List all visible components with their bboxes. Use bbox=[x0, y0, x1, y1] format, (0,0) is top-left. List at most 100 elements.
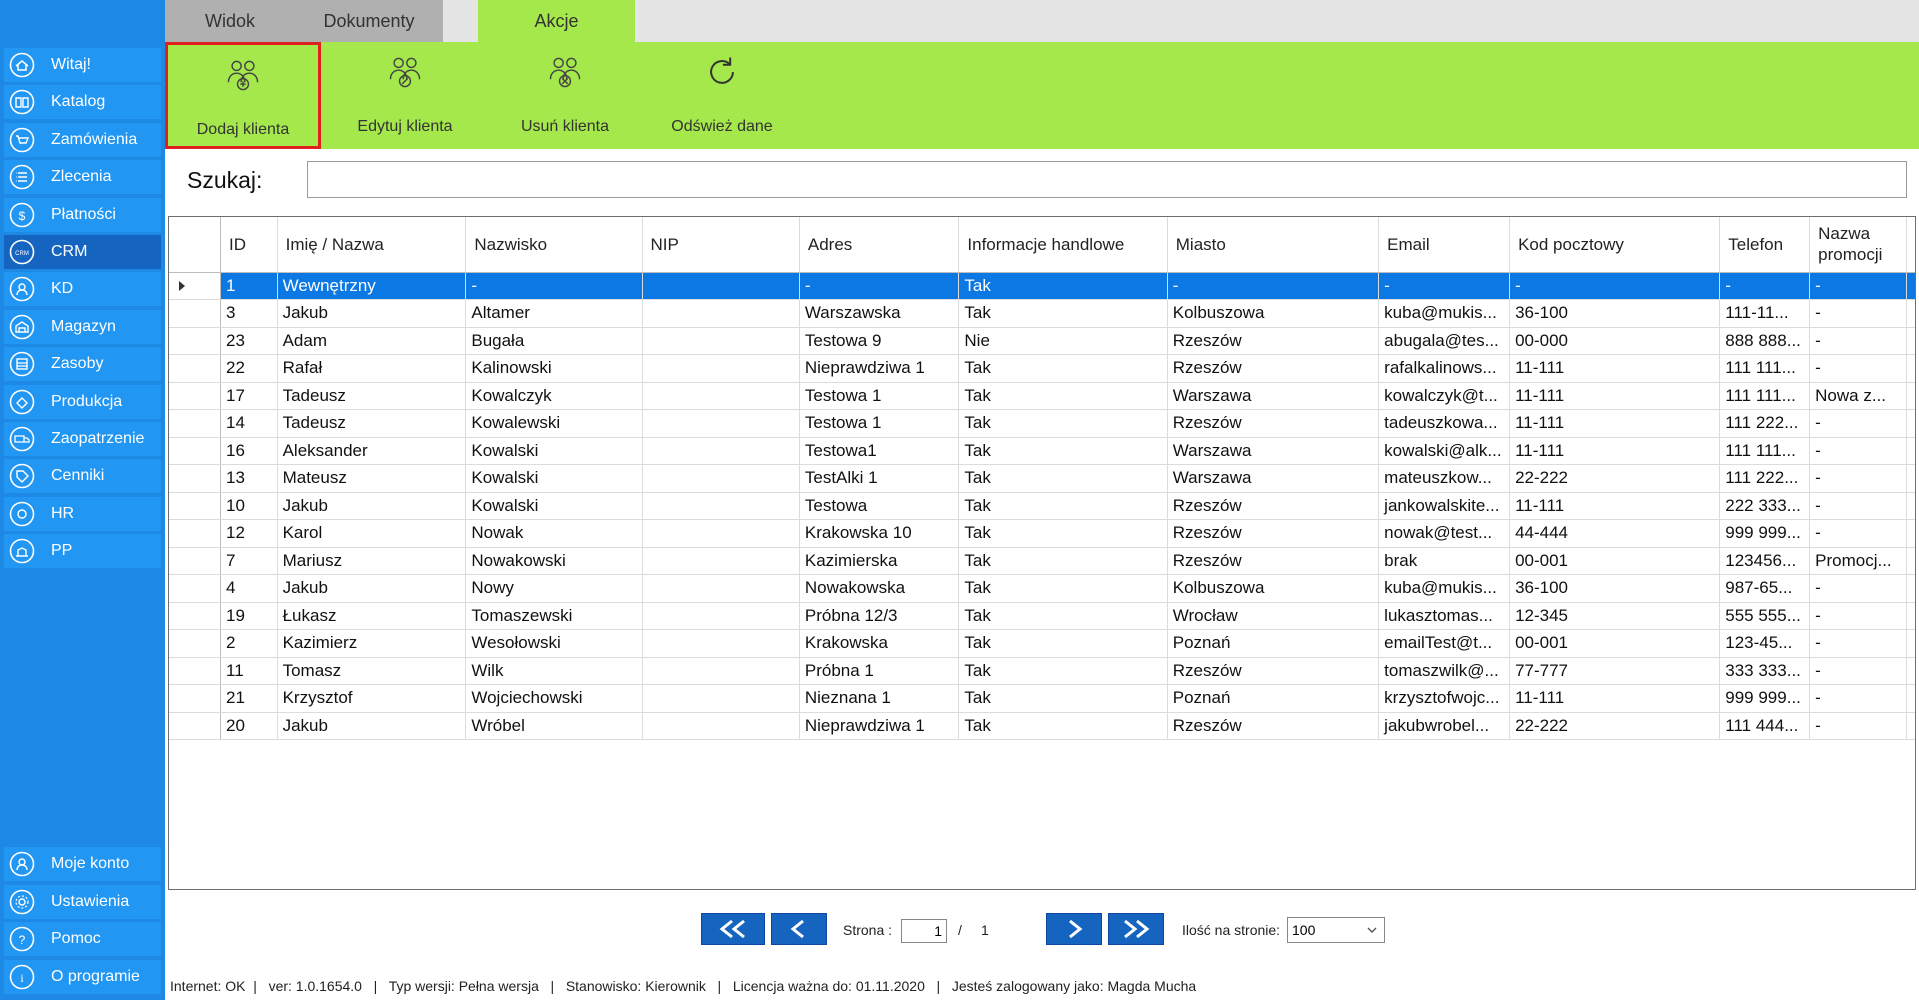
sidebar-item-witaj-[interactable]: Witaj! bbox=[4, 48, 161, 82]
sidebar-item-zlecenia[interactable]: Zlecenia bbox=[4, 160, 161, 195]
table-cell[interactable]: Warszawa bbox=[1167, 464, 1380, 493]
table-cell[interactable]: Testowa 9 bbox=[799, 327, 960, 355]
table-cell[interactable]: 2 bbox=[220, 629, 278, 658]
table-cell[interactable]: kowalczyk@t... bbox=[1378, 382, 1511, 410]
table-cell[interactable]: Tak bbox=[958, 299, 1168, 328]
table-cell[interactable]: abugala@tes... bbox=[1378, 327, 1511, 355]
table-cell[interactable]: Jakub bbox=[277, 299, 467, 328]
row-header[interactable] bbox=[169, 272, 222, 300]
table-cell[interactable]: - bbox=[1809, 629, 1907, 658]
table-cell[interactable]: Wrocław bbox=[1167, 602, 1380, 630]
tab-dokumenty[interactable]: Dokumenty bbox=[295, 0, 443, 42]
table-cell[interactable]: Adam bbox=[277, 327, 467, 355]
table-cell[interactable]: Kowalski bbox=[465, 437, 643, 465]
sidebar-item-zaopatrzenie[interactable]: Zaopatrzenie bbox=[4, 422, 161, 456]
table-cell[interactable]: Tomaszewski bbox=[465, 602, 643, 630]
table-cell[interactable]: 123-45... bbox=[1719, 629, 1811, 658]
table-cell[interactable]: 111 444... bbox=[1719, 712, 1811, 740]
table-cell[interactable]: Tadeusz bbox=[277, 409, 467, 438]
table-cell[interactable]: Mateusz bbox=[277, 464, 467, 493]
table-row[interactable]: 23 Adam Bugała Testowa 9 Nie Rzeszów abugala@t… bbox=[169, 327, 1915, 355]
table-cell[interactable]: Tak bbox=[958, 547, 1168, 575]
table-cell[interactable]: Wewnętrzny bbox=[277, 272, 467, 300]
table-cell[interactable]: brak bbox=[1378, 547, 1511, 575]
table-row[interactable]: 12 Karol Nowak Krakowska 10 Tak Rzeszów nowak@… bbox=[169, 519, 1915, 548]
row-header[interactable] bbox=[169, 519, 222, 548]
sidebar-item-zasoby[interactable]: Zasoby bbox=[4, 347, 161, 382]
table-cell[interactable] bbox=[642, 299, 800, 328]
table-cell[interactable]: Nieprawdziwa 1 bbox=[799, 354, 960, 383]
table-cell[interactable]: 12-345 bbox=[1509, 602, 1721, 630]
table-cell[interactable]: Tak bbox=[958, 657, 1168, 685]
row-header[interactable] bbox=[169, 437, 222, 465]
table-cell[interactable]: 333 333... bbox=[1719, 657, 1811, 685]
table-cell[interactable]: Testowa 1 bbox=[799, 382, 960, 410]
table-cell[interactable]: Kowalczyk bbox=[465, 382, 643, 410]
table-cell[interactable]: krzysztofwojc... bbox=[1378, 684, 1511, 713]
page-number-input[interactable] bbox=[901, 919, 947, 943]
row-header[interactable] bbox=[169, 464, 222, 493]
table-cell[interactable]: 3 bbox=[220, 299, 278, 328]
table-cell[interactable] bbox=[642, 437, 800, 465]
table-cell[interactable]: Bugała bbox=[465, 327, 643, 355]
table-cell[interactable]: 20 bbox=[220, 712, 278, 740]
table-cell[interactable]: Tak bbox=[958, 437, 1168, 465]
sidebar-item-pomoc[interactable]: ? Pomoc bbox=[4, 922, 161, 956]
table-cell[interactable]: 00-000 bbox=[1509, 327, 1721, 355]
table-cell[interactable]: Warszawska bbox=[799, 299, 960, 328]
table-cell[interactable]: 16 bbox=[220, 437, 278, 465]
table-cell[interactable]: 23 bbox=[220, 327, 278, 355]
table-row[interactable]: 14 Tadeusz Kowalewski Testowa 1 Tak Rzeszów ta… bbox=[169, 409, 1915, 438]
table-cell[interactable]: Kolbuszowa bbox=[1167, 574, 1380, 603]
refresh-button[interactable]: Odśwież dane bbox=[652, 42, 792, 149]
table-cell[interactable]: Próbna 12/3 bbox=[799, 602, 960, 630]
table-cell[interactable]: kuba@mukis... bbox=[1378, 299, 1511, 328]
table-cell[interactable]: - bbox=[1809, 299, 1907, 328]
table-cell[interactable]: Tak bbox=[958, 712, 1168, 740]
table-cell[interactable]: 00-001 bbox=[1509, 629, 1721, 658]
table-cell[interactable]: Próbna 1 bbox=[799, 657, 960, 685]
table-cell[interactable] bbox=[642, 574, 800, 603]
table-cell[interactable]: - bbox=[799, 272, 960, 300]
table-cell[interactable] bbox=[642, 354, 800, 383]
table-cell[interactable]: 111 222... bbox=[1719, 464, 1811, 493]
table-cell[interactable]: Warszawa bbox=[1167, 437, 1380, 465]
table-cell[interactable]: 11-111 bbox=[1509, 354, 1721, 383]
row-header[interactable] bbox=[169, 409, 222, 438]
table-row[interactable]: 7 Mariusz Nowakowski Kazimierska Tak Rzeszów b… bbox=[169, 547, 1915, 575]
column-header[interactable]: Telefon bbox=[1719, 217, 1811, 273]
table-row[interactable]: 11 Tomasz Wilk Próbna 1 Tak Rzeszów tomaszwilk… bbox=[169, 657, 1915, 685]
row-header[interactable] bbox=[169, 629, 222, 658]
table-cell[interactable]: 111 111... bbox=[1719, 437, 1811, 465]
add-client-button[interactable]: Dodaj klienta bbox=[165, 42, 321, 149]
table-cell[interactable]: Tak bbox=[958, 272, 1168, 300]
table-cell[interactable]: Jakub bbox=[277, 574, 467, 603]
table-cell[interactable]: Nowakowski bbox=[465, 547, 643, 575]
table-row[interactable]: 22 Rafał Kalinowski Nieprawdziwa 1 Tak Rzeszó… bbox=[169, 354, 1915, 383]
table-cell[interactable]: Krakowska 10 bbox=[799, 519, 960, 548]
table-row[interactable]: 20 Jakub Wróbel Nieprawdziwa 1 Tak Rzeszów jak… bbox=[169, 712, 1915, 740]
table-cell[interactable]: kowalski@alk... bbox=[1378, 437, 1511, 465]
table-cell[interactable]: - bbox=[1809, 657, 1907, 685]
table-cell[interactable]: Tak bbox=[958, 382, 1168, 410]
table-cell[interactable]: Rzeszów bbox=[1167, 547, 1380, 575]
row-header[interactable] bbox=[169, 547, 222, 575]
table-cell[interactable]: Wesołowski bbox=[465, 629, 643, 658]
table-cell[interactable]: 11 bbox=[220, 657, 278, 685]
table-cell[interactable]: - bbox=[1809, 602, 1907, 630]
table-cell[interactable]: Nowa z... bbox=[1809, 382, 1907, 410]
table-cell[interactable]: Nowakowska bbox=[799, 574, 960, 603]
table-cell[interactable]: 21 bbox=[220, 684, 278, 713]
table-cell[interactable]: Wojciechowski bbox=[465, 684, 643, 713]
table-cell[interactable]: 11-111 bbox=[1509, 684, 1721, 713]
table-cell[interactable]: jakubwrobel... bbox=[1378, 712, 1511, 740]
table-cell[interactable]: - bbox=[1809, 519, 1907, 548]
table-cell[interactable] bbox=[642, 464, 800, 493]
table-cell[interactable]: Tak bbox=[958, 492, 1168, 520]
table-cell[interactable]: Tak bbox=[958, 574, 1168, 603]
next-page-button[interactable] bbox=[1046, 913, 1102, 945]
table-cell[interactable]: 11-111 bbox=[1509, 492, 1721, 520]
table-cell[interactable]: Tak bbox=[958, 602, 1168, 630]
per-page-select[interactable]: 100 bbox=[1287, 917, 1385, 943]
table-cell[interactable]: 111 222... bbox=[1719, 409, 1811, 438]
